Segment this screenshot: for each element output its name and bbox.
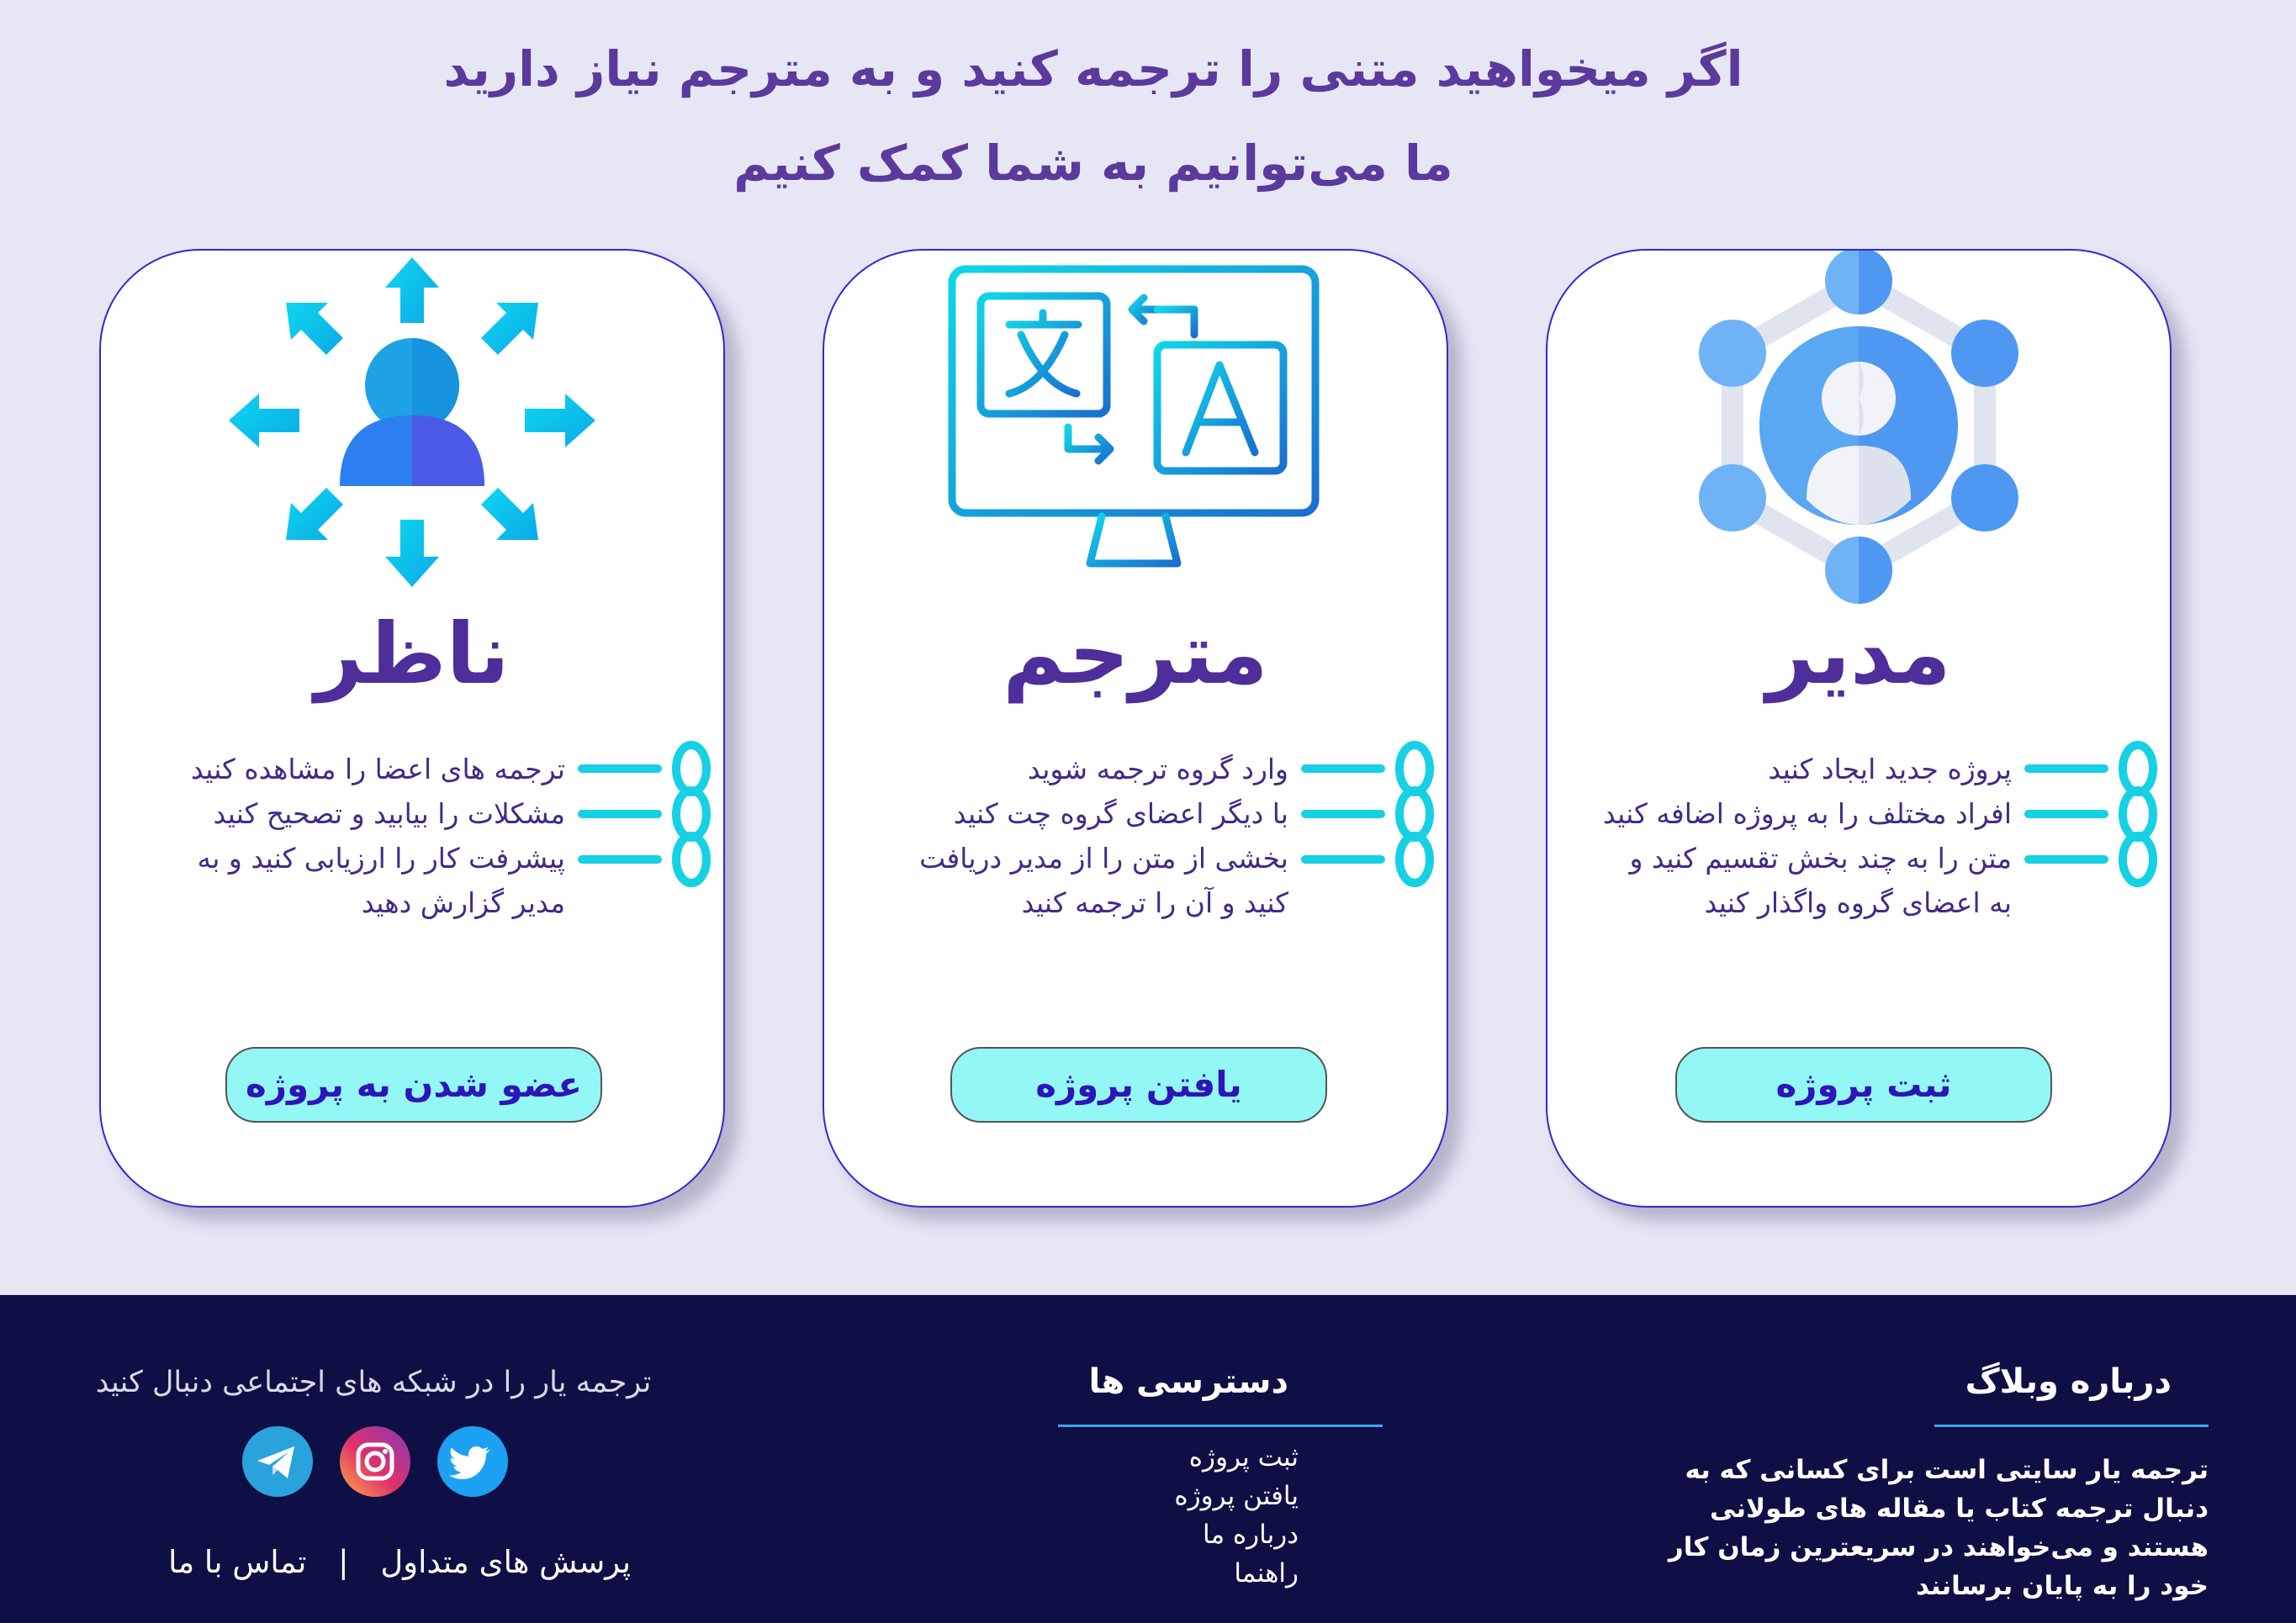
supervisor-arrows-icon	[229, 257, 595, 587]
telegram-icon[interactable]	[242, 1426, 313, 1497]
find-project-button[interactable]: یافتن پروژه	[950, 1047, 1327, 1123]
footer-about-divider	[1934, 1425, 2209, 1427]
card-supervisor: ناظر ترجمه های اعضا را مشاهده کنید مشکلا…	[99, 249, 725, 1208]
footer-about-title: درباره وبلاگ	[1965, 1362, 2172, 1401]
manager-network-icon	[1699, 251, 2018, 604]
card-description: پروژه جدید ایجاد کنید افراد مختلف را به …	[1602, 753, 2012, 919]
page-headline: اگر میخواهید متنی را ترجمه کنید و به متر…	[0, 22, 2187, 210]
card-description: وارد گروه ترجمه شوید با دیگر اعضای گروه …	[919, 753, 1288, 919]
footer-social-text: ترجمه یار را در شبکه های اجتماعی دنبال ک…	[95, 1366, 652, 1399]
card-title: مترجم	[1003, 605, 1268, 703]
card-translator: مترجم وارد گروه ترجمه شوید با دیگر اعضای…	[823, 249, 1448, 1208]
footer-link-register-project[interactable]: ثبت پروژه	[1093, 1438, 1299, 1477]
register-project-button[interactable]: ثبت پروژه	[1675, 1047, 2052, 1123]
footer-access-links: ثبت پروژه یافتن پروژه درباره ما راهنما	[1093, 1438, 1299, 1593]
link-list-icon	[578, 741, 711, 887]
footer-link-about-us[interactable]: درباره ما	[1093, 1515, 1299, 1554]
link-separator: |	[338, 1544, 349, 1580]
headline-line-1: اگر میخواهید متنی را ترجمه کنید و به متر…	[443, 40, 1743, 98]
contact-link[interactable]: تماس با ما	[168, 1544, 306, 1580]
translate-monitor-icon	[948, 265, 1320, 581]
footer-access-divider	[1058, 1425, 1383, 1427]
card-manager: مدیر پروژه جدید ایجاد کنید افراد مختلف ر…	[1546, 249, 2172, 1208]
headline-line-2: ما می‌توانیم به شما کمک کنیم	[733, 135, 1453, 192]
card-title: مدیر	[1766, 605, 1951, 703]
footer-link-find-project[interactable]: یافتن پروژه	[1093, 1477, 1299, 1515]
link-list-icon	[2024, 741, 2157, 887]
footer-link-help[interactable]: راهنما	[1093, 1554, 1299, 1593]
twitter-icon[interactable]	[437, 1426, 508, 1497]
instagram-icon[interactable]	[340, 1426, 410, 1497]
link-list-icon	[1301, 741, 1434, 887]
footer-access-title: دسترسی ها	[1088, 1362, 1288, 1401]
faq-link[interactable]: پرسش های متداول	[380, 1544, 631, 1580]
join-project-button[interactable]: عضو شدن به پروژه	[225, 1047, 602, 1123]
footer-about-text: ترجمه یار سایتی است برای کسانی که به دنب…	[1668, 1455, 2209, 1601]
card-description: ترجمه های اعضا را مشاهده کنید مشکلات را …	[190, 753, 565, 919]
footer: درباره وبلاگ ترجمه یار سایتی است برای کس…	[0, 1295, 2296, 1623]
card-title: ناظر	[315, 605, 510, 703]
footer-bottom-links: پرسش های متداول | تماس با ما	[126, 1544, 631, 1580]
